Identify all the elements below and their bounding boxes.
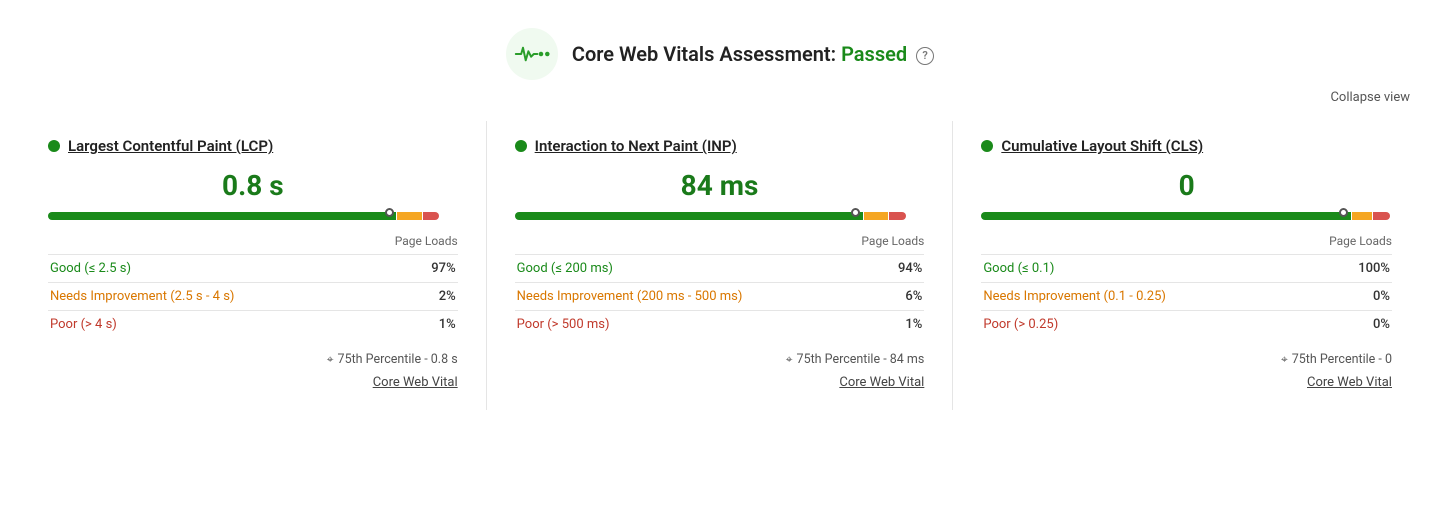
metric-panel-cls: Cumulative Layout Shift (CLS) 0 Page Loa… — [953, 121, 1420, 410]
metric-value-cls: 0 — [981, 169, 1392, 202]
metric-title-inp[interactable]: Interaction to Next Paint (INP) — [535, 137, 737, 155]
collapse-link[interactable]: Collapse view — [1330, 90, 1410, 105]
metric-title-cls[interactable]: Cumulative Layout Shift (CLS) — [1001, 137, 1203, 155]
page-loads-label-cls: Page Loads — [981, 232, 1392, 248]
stat-row-lcp-0: Good (≤ 2.5 s) 97% — [48, 255, 458, 283]
bar-marker-lcp — [388, 208, 390, 222]
help-icon[interactable]: ? — [916, 47, 934, 65]
stats-table-lcp: Good (≤ 2.5 s) 97% Needs Improvement (2.… — [48, 254, 458, 338]
percentile-row-inp: ⌖ 75th Percentile - 84 ms — [515, 352, 925, 367]
bar-needs-lcp — [397, 212, 422, 220]
header-icon-wrapper — [506, 28, 558, 80]
metric-value-inp: 84 ms — [515, 169, 925, 202]
collapse-row: Collapse view — [0, 90, 1440, 121]
percentile-row-cls: ⌖ 75th Percentile - 0 — [981, 352, 1392, 367]
metric-value-lcp: 0.8 s — [48, 169, 458, 202]
pin-icon-inp: ⌖ — [786, 352, 793, 367]
green-dot-inp — [515, 140, 527, 152]
green-dot-lcp — [48, 140, 60, 152]
page-loads-label-lcp: Page Loads — [48, 232, 458, 248]
bar-needs-inp — [864, 212, 889, 220]
stat-value-inp-2: 1% — [879, 311, 924, 339]
stat-row-inp-2: Poor (> 500 ms) 1% — [515, 311, 925, 339]
pin-icon-lcp: ⌖ — [327, 352, 334, 367]
metric-panel-lcp: Largest Contentful Paint (LCP) 0.8 s Pag… — [20, 121, 487, 410]
pin-icon-cls: ⌖ — [1281, 352, 1288, 367]
metric-title-row-inp: Interaction to Next Paint (INP) — [515, 137, 925, 155]
waveform-icon — [514, 42, 550, 66]
metrics-grid: Largest Contentful Paint (LCP) 0.8 s Pag… — [0, 121, 1440, 430]
stat-value-lcp-2: 1% — [404, 311, 458, 339]
marker-pin-lcp — [385, 208, 394, 217]
stat-row-cls-1: Needs Improvement (0.1 - 0.25) 0% — [981, 283, 1392, 311]
stat-label-cls-1: Needs Improvement (0.1 - 0.25) — [981, 283, 1326, 311]
stat-value-inp-0: 94% — [879, 255, 924, 283]
stat-value-cls-1: 0% — [1326, 283, 1392, 311]
core-web-vital-link-lcp[interactable]: Core Web Vital — [48, 375, 458, 390]
stat-value-lcp-1: 2% — [404, 283, 458, 311]
bar-good-inp — [515, 212, 863, 220]
core-web-vital-link-inp[interactable]: Core Web Vital — [515, 375, 925, 390]
stat-value-inp-1: 6% — [879, 283, 924, 311]
core-web-vital-link-cls[interactable]: Core Web Vital — [981, 375, 1392, 390]
stat-row-cls-0: Good (≤ 0.1) 100% — [981, 255, 1392, 283]
stat-row-inp-0: Good (≤ 200 ms) 94% — [515, 255, 925, 283]
percentile-text-inp: 75th Percentile - 84 ms — [797, 352, 925, 367]
stat-label-inp-1: Needs Improvement (200 ms - 500 ms) — [515, 283, 880, 311]
header-title: Core Web Vitals Assessment: Passed ? — [572, 42, 934, 66]
metric-title-row-lcp: Largest Contentful Paint (LCP) — [48, 137, 458, 155]
bar-container-cls — [981, 212, 1392, 226]
stat-row-lcp-2: Poor (> 4 s) 1% — [48, 311, 458, 339]
stat-row-inp-1: Needs Improvement (200 ms - 500 ms) 6% — [515, 283, 925, 311]
bar-track-lcp — [48, 212, 458, 220]
stat-label-inp-2: Poor (> 500 ms) — [515, 311, 880, 339]
percentile-text-lcp: 75th Percentile - 0.8 s — [338, 352, 458, 367]
metric-panel-inp: Interaction to Next Paint (INP) 84 ms Pa… — [487, 121, 954, 410]
stat-label-lcp-2: Poor (> 4 s) — [48, 311, 404, 339]
stats-table-inp: Good (≤ 200 ms) 94% Needs Improvement (2… — [515, 254, 925, 338]
header: Core Web Vitals Assessment: Passed ? — [0, 0, 1440, 90]
stat-row-cls-2: Poor (> 0.25) 0% — [981, 311, 1392, 339]
bar-needs-cls — [1352, 212, 1373, 220]
stat-label-cls-2: Poor (> 0.25) — [981, 311, 1326, 339]
metric-title-lcp[interactable]: Largest Contentful Paint (LCP) — [68, 137, 273, 155]
bar-good-lcp — [48, 212, 396, 220]
page-loads-label-inp: Page Loads — [515, 232, 925, 248]
bar-track-inp — [515, 212, 925, 220]
bar-track-cls — [981, 212, 1392, 220]
green-dot-cls — [981, 140, 993, 152]
bar-container-lcp — [48, 212, 458, 226]
metric-title-row-cls: Cumulative Layout Shift (CLS) — [981, 137, 1392, 155]
bar-poor-lcp — [423, 212, 439, 220]
stat-value-cls-2: 0% — [1326, 311, 1392, 339]
percentile-row-lcp: ⌖ 75th Percentile - 0.8 s — [48, 352, 458, 367]
stat-label-cls-0: Good (≤ 0.1) — [981, 255, 1326, 283]
stats-table-cls: Good (≤ 0.1) 100% Needs Improvement (0.1… — [981, 254, 1392, 338]
bar-poor-inp — [889, 212, 905, 220]
bar-container-inp — [515, 212, 925, 226]
stat-label-lcp-1: Needs Improvement (2.5 s - 4 s) — [48, 283, 404, 311]
bar-poor-cls — [1373, 212, 1389, 220]
stat-value-lcp-0: 97% — [404, 255, 458, 283]
stat-label-lcp-0: Good (≤ 2.5 s) — [48, 255, 404, 283]
stat-label-inp-0: Good (≤ 200 ms) — [515, 255, 880, 283]
bar-marker-inp — [855, 208, 857, 222]
percentile-text-cls: 75th Percentile - 0 — [1292, 352, 1392, 367]
stat-value-cls-0: 100% — [1326, 255, 1392, 283]
stat-row-lcp-1: Needs Improvement (2.5 s - 4 s) 2% — [48, 283, 458, 311]
bar-good-cls — [981, 212, 1351, 220]
bar-marker-cls — [1343, 208, 1345, 222]
